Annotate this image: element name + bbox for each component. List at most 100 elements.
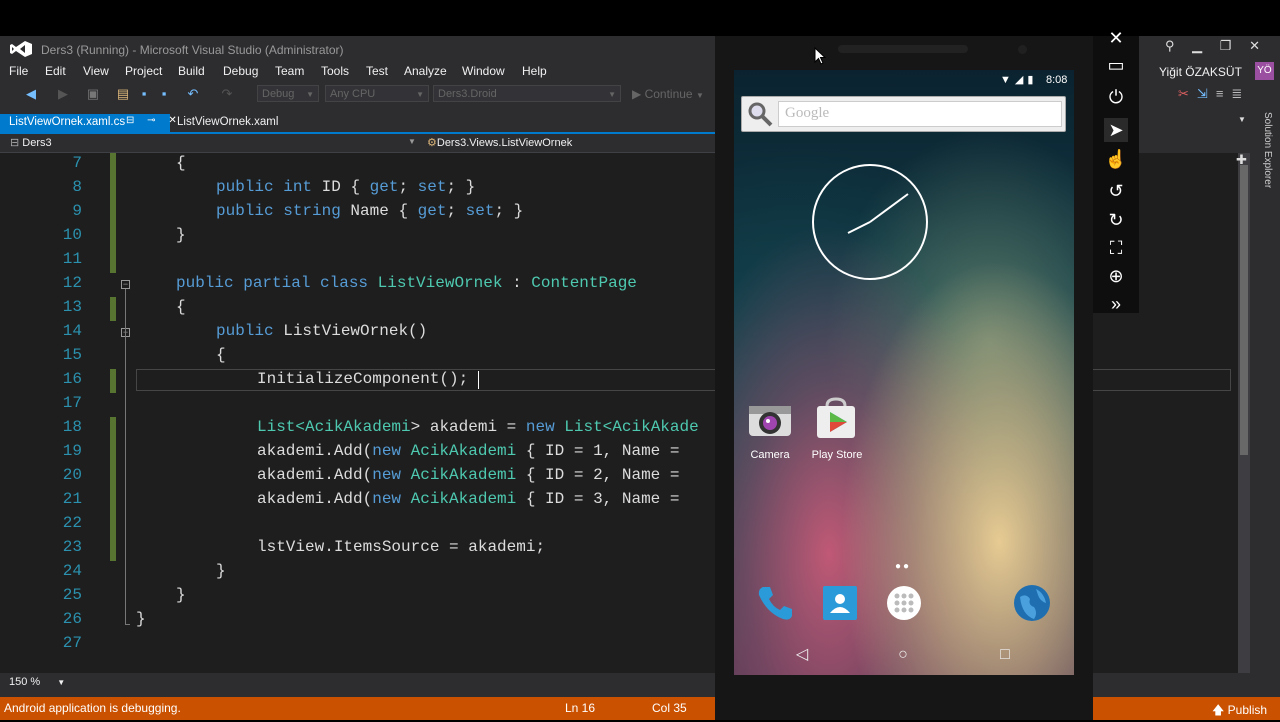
zoom-icon[interactable]: ⊕ xyxy=(1104,264,1128,288)
collapse-region-icon[interactable]: − xyxy=(121,280,130,289)
project-dropdown[interactable]: ⊟ Ders3 xyxy=(10,136,52,149)
menu-view[interactable]: View xyxy=(83,64,109,78)
app-drawer-icon[interactable] xyxy=(884,583,924,623)
step-icon[interactable]: ⇲ xyxy=(1197,86,1216,101)
tab-listviewornek-xaml[interactable]: ListViewOrnek.xaml xyxy=(177,116,278,128)
code-editor[interactable] xyxy=(0,153,715,673)
minimize-icon[interactable]: ▁ xyxy=(1192,38,1202,53)
new-project-icon[interactable]: ▣ xyxy=(86,87,100,101)
solution-platform-value: Any CPU xyxy=(330,88,376,100)
publish-button[interactable]: 🡅 Publish xyxy=(1212,701,1267,722)
comment-icon[interactable]: ≡ xyxy=(1216,86,1232,101)
rotate-right-icon[interactable]: ↻ xyxy=(1104,208,1128,232)
save-all-icon[interactable]: ▪ xyxy=(157,87,171,101)
uncomment-icon[interactable]: ≣ xyxy=(1231,86,1250,101)
menu-test[interactable]: Test xyxy=(366,64,388,78)
pointer-tool-icon[interactable]: ➤ xyxy=(1104,118,1128,142)
undo-icon[interactable]: ↶ xyxy=(186,87,200,101)
solution-configuration-dropdown[interactable]: Debug ▼ xyxy=(257,85,319,102)
solution-platform-dropdown[interactable]: Any CPU ▼ xyxy=(325,85,429,102)
redo-icon[interactable]: ↷ xyxy=(220,87,234,101)
zoom-level: 150 % xyxy=(9,676,41,688)
tab-pin-close-icons[interactable]: ⊟ ⊸ ✕ xyxy=(126,115,182,126)
continue-button[interactable]: ▶ Continue ▼ xyxy=(632,87,704,101)
menu-build[interactable]: Build xyxy=(178,64,205,78)
line-number: 19 xyxy=(62,442,82,460)
close-icon[interactable]: ✕ xyxy=(1249,38,1260,53)
user-account-name[interactable]: Yiğit ÖZAKSÜT xyxy=(1159,65,1242,79)
chevron-down-icon: ▼ xyxy=(57,678,66,687)
menu-team[interactable]: Team xyxy=(275,64,304,78)
rotate-left-icon[interactable]: ↺ xyxy=(1104,179,1128,203)
chevron-down-icon: ▼ xyxy=(695,91,704,100)
split-editor-icon[interactable]: ✚ xyxy=(1236,152,1247,168)
menu-analyze[interactable]: Analyze xyxy=(404,64,447,78)
phone-icon[interactable] xyxy=(755,583,795,623)
chevron-down-icon[interactable]: ▼ xyxy=(1238,115,1246,124)
additional-tools-icon[interactable]: » xyxy=(1104,292,1128,316)
scrollbar-thumb[interactable] xyxy=(1240,165,1248,455)
top-black-band xyxy=(0,0,1280,36)
power-icon[interactable]: ⏻ xyxy=(1104,85,1128,109)
restore-icon[interactable]: ❐ xyxy=(1220,38,1232,53)
quick-launch-search-icon[interactable]: ⚲ xyxy=(1165,38,1175,53)
line-number: 18 xyxy=(62,418,82,436)
menu-help[interactable]: Help xyxy=(522,64,547,78)
status-column: Col 35 xyxy=(652,701,687,715)
battery-icon: ▮ xyxy=(1027,74,1038,86)
visual-studio-logo-icon xyxy=(10,41,32,57)
toolbar-right-icons: ✂⇲≡≣ xyxy=(1178,86,1250,102)
close-icon[interactable]: ✕ xyxy=(1104,26,1128,50)
menu-edit[interactable]: Edit xyxy=(45,64,66,78)
code-line-10: } xyxy=(176,226,186,244)
line-number: 8 xyxy=(72,178,82,196)
multi-touch-icon[interactable]: ☝ xyxy=(1104,147,1128,171)
menu-tools[interactable]: Tools xyxy=(321,64,349,78)
changed-lines-marker xyxy=(110,369,116,393)
phone-clock-time: 8:08 xyxy=(1046,74,1068,86)
code-line-23: lstView.ItemsSource = akademi; xyxy=(257,538,546,556)
user-avatar[interactable]: YÖ xyxy=(1255,62,1274,80)
code-line-20: akademi.Add(new AcikAkademi { ID = 2, Na… xyxy=(257,466,690,484)
play-store-label: Play Store xyxy=(811,449,863,461)
line-number: 14 xyxy=(62,322,82,340)
menu-debug[interactable]: Debug xyxy=(223,64,258,78)
navigation-bar xyxy=(0,134,715,153)
line-number: 15 xyxy=(62,346,82,364)
save-icon[interactable]: ▪ xyxy=(137,87,151,101)
navigate-back-icon[interactable]: ◀ xyxy=(24,87,38,101)
changed-lines-marker xyxy=(110,417,116,561)
open-file-icon[interactable]: ▤ xyxy=(116,87,130,101)
contacts-icon[interactable] xyxy=(820,583,860,623)
zoom-dropdown[interactable]: 150 % ▼ xyxy=(9,676,65,688)
camera-icon[interactable] xyxy=(747,398,793,444)
minimize-icon[interactable]: ▭ xyxy=(1104,53,1128,77)
back-icon[interactable]: ◁ xyxy=(792,646,812,664)
continue-label: Continue xyxy=(644,87,693,101)
menu-project[interactable]: Project xyxy=(125,64,162,78)
line-number: 10 xyxy=(62,226,82,244)
play-store-icon[interactable] xyxy=(813,396,859,442)
signal-icon: ◢ xyxy=(1014,74,1028,86)
breakpoints-icon[interactable]: ✂ xyxy=(1178,86,1197,101)
line-number: 26 xyxy=(62,610,82,628)
current-line-highlight-right xyxy=(1093,369,1231,391)
recents-icon[interactable]: □ xyxy=(995,646,1015,664)
browser-icon[interactable] xyxy=(1012,583,1052,623)
startup-project-dropdown[interactable]: Ders3.Droid ▼ xyxy=(433,85,621,102)
home-icon[interactable]: ○ xyxy=(893,646,913,664)
navigate-forward-icon[interactable]: ▶ xyxy=(56,87,70,101)
code-line-12: public partial class ListViewOrnek : Con… xyxy=(176,274,637,292)
text-caret xyxy=(478,371,479,389)
search-icon[interactable] xyxy=(746,100,774,128)
menu-file[interactable]: File xyxy=(9,64,28,78)
line-number: 20 xyxy=(62,466,82,484)
solution-explorer-tab[interactable]: Solution Explorer xyxy=(1255,112,1273,202)
line-number: 22 xyxy=(62,514,82,532)
tab-active-label: ListViewOrnek.xaml.cs xyxy=(9,116,126,128)
phone-status-icons: ▼◢▮ xyxy=(1000,73,1037,86)
chevron-down-icon[interactable]: ▼ xyxy=(408,137,416,146)
menu-window[interactable]: Window xyxy=(462,64,505,78)
fit-to-screen-icon[interactable]: ⛶ xyxy=(1104,236,1128,260)
type-dropdown[interactable]: ⚙Ders3.Views.ListViewOrnek xyxy=(427,136,572,149)
